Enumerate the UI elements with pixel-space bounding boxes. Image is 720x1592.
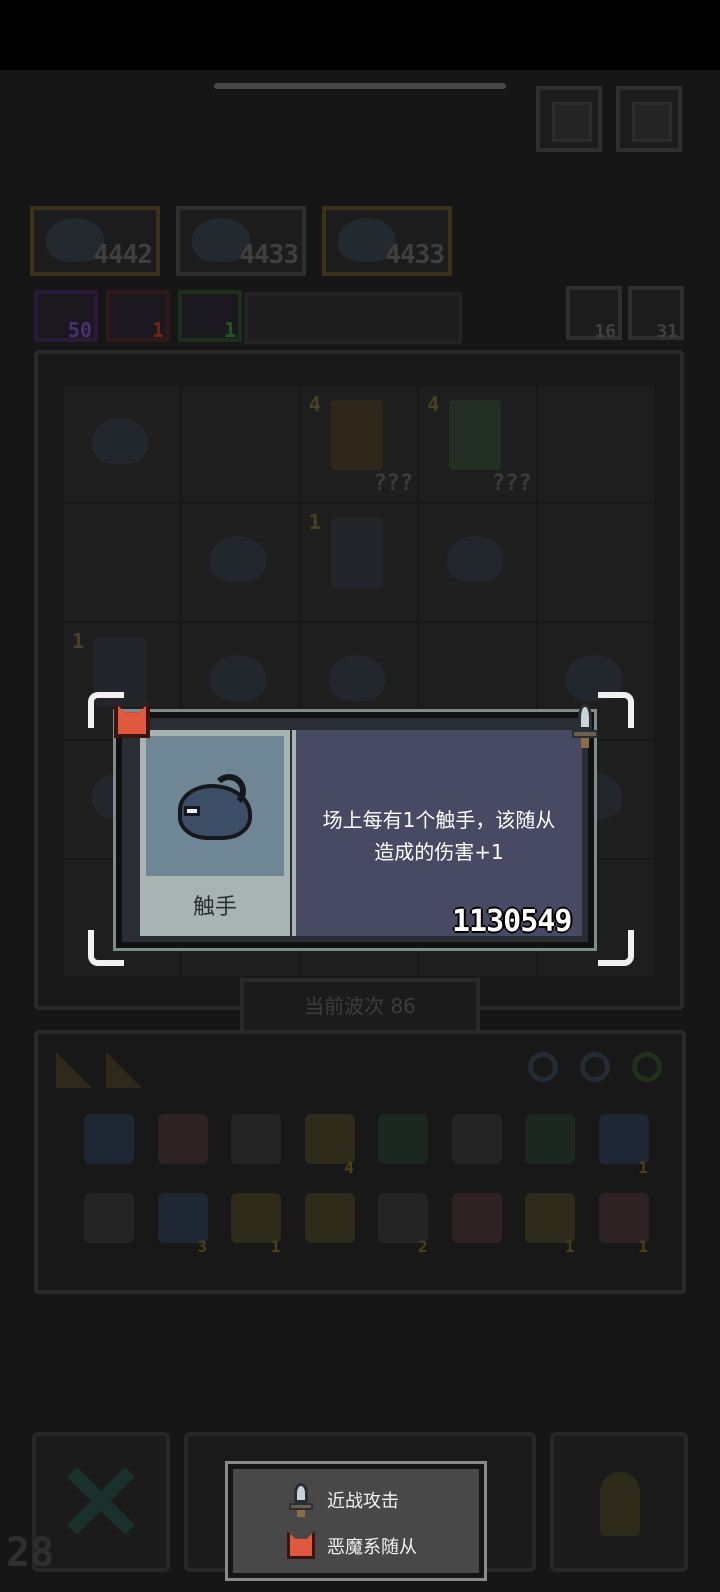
unit-portrait-panel: 触手 — [140, 730, 290, 936]
unit-score: 1130549 — [452, 904, 572, 939]
tentacle-icon — [178, 774, 258, 844]
unit-description-line1: 场上每有1个触手，该随从 — [322, 808, 556, 832]
legend-tooltip: 近战攻击 恶魔系随从 — [225, 1461, 487, 1581]
legend-label-demon: 恶魔系随从 — [327, 1537, 417, 1558]
unit-name: 触手 — [192, 895, 237, 920]
frame-corner — [598, 930, 634, 966]
unit-portrait — [146, 736, 284, 876]
frame-corner — [598, 692, 634, 728]
demon-icon — [287, 1531, 315, 1559]
status-bar — [0, 0, 720, 70]
dagger-icon — [289, 1483, 313, 1517]
dagger-icon[interactable] — [572, 704, 598, 748]
legend-label-melee: 近战攻击 — [327, 1491, 399, 1512]
unit-description: 场上每有1个触手，该随从 造成的伤害+1 — [308, 804, 570, 868]
unit-description-line2: 造成的伤害+1 — [374, 840, 504, 864]
